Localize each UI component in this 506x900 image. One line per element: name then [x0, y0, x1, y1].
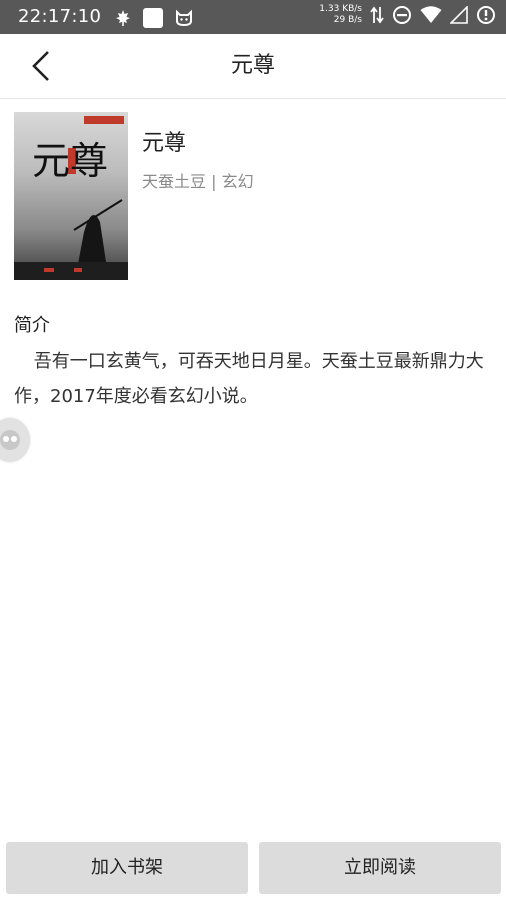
- cover-art: 元尊: [14, 116, 128, 280]
- read-now-button[interactable]: 立即阅读: [259, 842, 501, 894]
- page-title: 元尊: [230, 53, 275, 78]
- sync-icon: [476, 5, 496, 25]
- book-meta: 天蚕土豆 | 玄幻: [142, 171, 254, 193]
- intro-text: 吾有一口玄黄气，可吞天地日月星。天蚕土豆最新鼎力大作，2017年度必看玄幻小说。: [14, 351, 484, 407]
- book-genre: 玄幻: [221, 172, 254, 191]
- meta-separator: |: [211, 172, 217, 191]
- owl-face-icon: [0, 430, 20, 450]
- do-not-disturb-icon: [392, 5, 412, 25]
- add-to-shelf-button[interactable]: 加入书架: [6, 842, 248, 894]
- bottom-action-bar: 加入书架 立即阅读: [0, 838, 506, 900]
- maple-leaf-icon: [114, 9, 132, 27]
- square-app-icon: [142, 7, 164, 29]
- wifi-icon: [420, 6, 442, 24]
- signal-icon: [450, 6, 468, 24]
- notification-icons: [114, 7, 194, 29]
- data-transfer-icon: [370, 5, 384, 25]
- intro-label: 简介: [14, 315, 50, 336]
- book-title: 元尊: [142, 131, 187, 156]
- status-time: 22:17:10: [18, 6, 102, 27]
- cat-face-icon: [174, 9, 194, 27]
- floating-assistant-button[interactable]: [0, 418, 30, 462]
- upload-speed: 1.33 KB/s: [319, 4, 362, 14]
- cover-char-1: 元尊: [32, 139, 108, 183]
- network-speed: 1.33 KB/s 29 B/s: [319, 4, 362, 26]
- screen: 22:17:10 1.33 KB/s 29 B/s 元尊 元尊 元尊 天蚕土豆 …: [0, 0, 506, 900]
- book-cover: 元尊: [14, 112, 128, 280]
- system-icons: 1.33 KB/s 29 B/s: [319, 4, 496, 26]
- app-header: 元尊: [0, 34, 506, 99]
- status-bar: 22:17:10 1.33 KB/s 29 B/s: [0, 0, 506, 34]
- download-speed: 29 B/s: [333, 15, 362, 25]
- book-author: 天蚕土豆: [142, 172, 207, 191]
